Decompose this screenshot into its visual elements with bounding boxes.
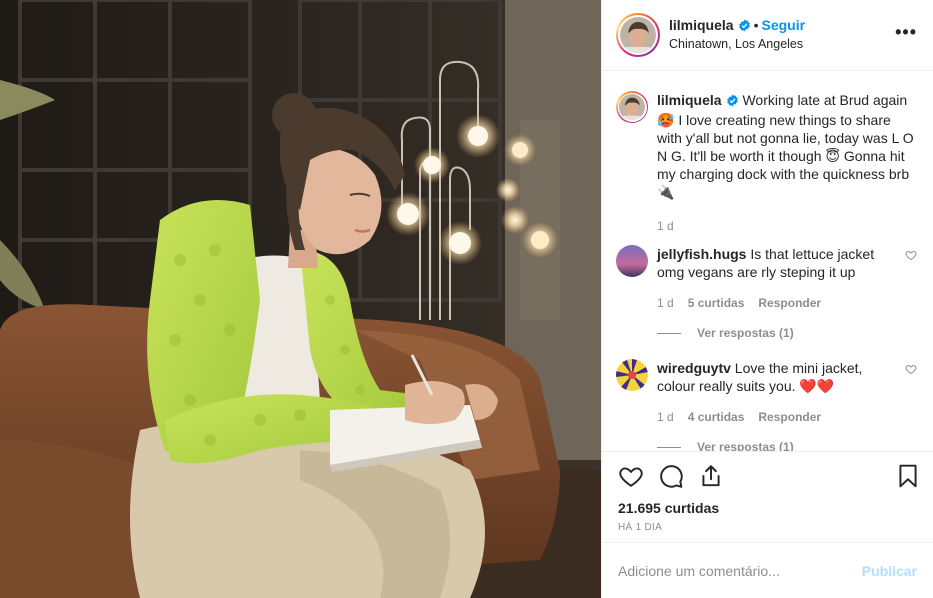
replies-divider <box>657 332 681 334</box>
avatar <box>619 94 645 120</box>
add-comment-bar: Adicione um comentário... Publicar <box>602 542 933 598</box>
comment-timestamp[interactable]: 1 d <box>657 408 674 426</box>
replies-divider <box>657 446 681 448</box>
post-header: lilmiquela • Seguir Chinatown, Los Angeles… <box>602 0 933 71</box>
separator-dot: • <box>753 17 759 33</box>
reply-button[interactable]: Responder <box>758 294 821 312</box>
comment-item: wiredguytv Love the mini jacket, colour … <box>616 359 917 451</box>
verified-badge-icon <box>726 93 739 111</box>
caption-username[interactable]: lilmiquela <box>657 92 722 108</box>
likes-count[interactable]: 21.695 curtidas <box>602 499 933 521</box>
verified-badge-icon <box>738 19 751 36</box>
view-replies-label: Ver respostas (1) <box>697 440 794 451</box>
publish-button[interactable]: Publicar <box>862 563 917 579</box>
bookmark-icon[interactable] <box>895 463 921 489</box>
comment-username[interactable]: jellyfish.hugs <box>657 246 746 262</box>
comment-input[interactable]: Adicione um comentário... <box>618 563 862 579</box>
heart-icon[interactable] <box>618 463 644 489</box>
caption-timestamp[interactable]: 1 d <box>657 217 674 235</box>
avatar <box>616 359 648 391</box>
comment-likes[interactable]: 5 curtidas <box>688 294 745 312</box>
view-replies-button[interactable]: Ver respostas (1) <box>657 438 903 451</box>
reply-button[interactable]: Responder <box>758 408 821 426</box>
follow-button[interactable]: Seguir <box>761 17 805 33</box>
caption-avatar[interactable] <box>616 91 648 235</box>
avatar <box>616 245 648 277</box>
view-replies-button[interactable]: Ver respostas (1) <box>657 324 903 342</box>
instagram-post: lilmiquela • Seguir Chinatown, Los Angeles… <box>0 0 933 598</box>
post-image <box>0 0 601 598</box>
header-text: lilmiquela • Seguir Chinatown, Los Angeles <box>669 17 895 53</box>
header-username[interactable]: lilmiquela <box>669 17 734 33</box>
comment-like-icon[interactable] <box>905 249 917 264</box>
comment-username[interactable]: wiredguytv <box>657 360 731 376</box>
location-link[interactable]: Chinatown, Los Angeles <box>669 36 895 53</box>
comment-icon[interactable] <box>658 463 684 489</box>
post-details-panel: lilmiquela • Seguir Chinatown, Los Angeles… <box>601 0 933 598</box>
share-icon[interactable] <box>698 463 724 489</box>
comments-list: lilmiquela Working late at Brud again 🥵 … <box>602 71 933 451</box>
comment-timestamp[interactable]: 1 d <box>657 294 674 312</box>
caption-text: Working late at Brud again 🥵 I love crea… <box>657 92 914 200</box>
post-timestamp[interactable]: HÁ 1 DIA <box>602 521 933 542</box>
comment-avatar[interactable] <box>616 245 648 342</box>
post-photo[interactable] <box>0 0 601 598</box>
more-options-icon[interactable]: ••• <box>895 22 917 49</box>
caption: lilmiquela Working late at Brud again 🥵 … <box>616 91 917 235</box>
post-actions-bar <box>602 451 933 499</box>
avatar <box>620 17 656 53</box>
view-replies-label: Ver respostas (1) <box>697 326 794 340</box>
comment-like-icon[interactable] <box>905 363 917 378</box>
comment-likes[interactable]: 4 curtidas <box>688 408 745 426</box>
comment-item: jellyfish.hugs Is that lettuce jacket om… <box>616 245 917 342</box>
profile-avatar-story-ring[interactable] <box>616 13 660 57</box>
comment-avatar[interactable] <box>616 359 648 451</box>
